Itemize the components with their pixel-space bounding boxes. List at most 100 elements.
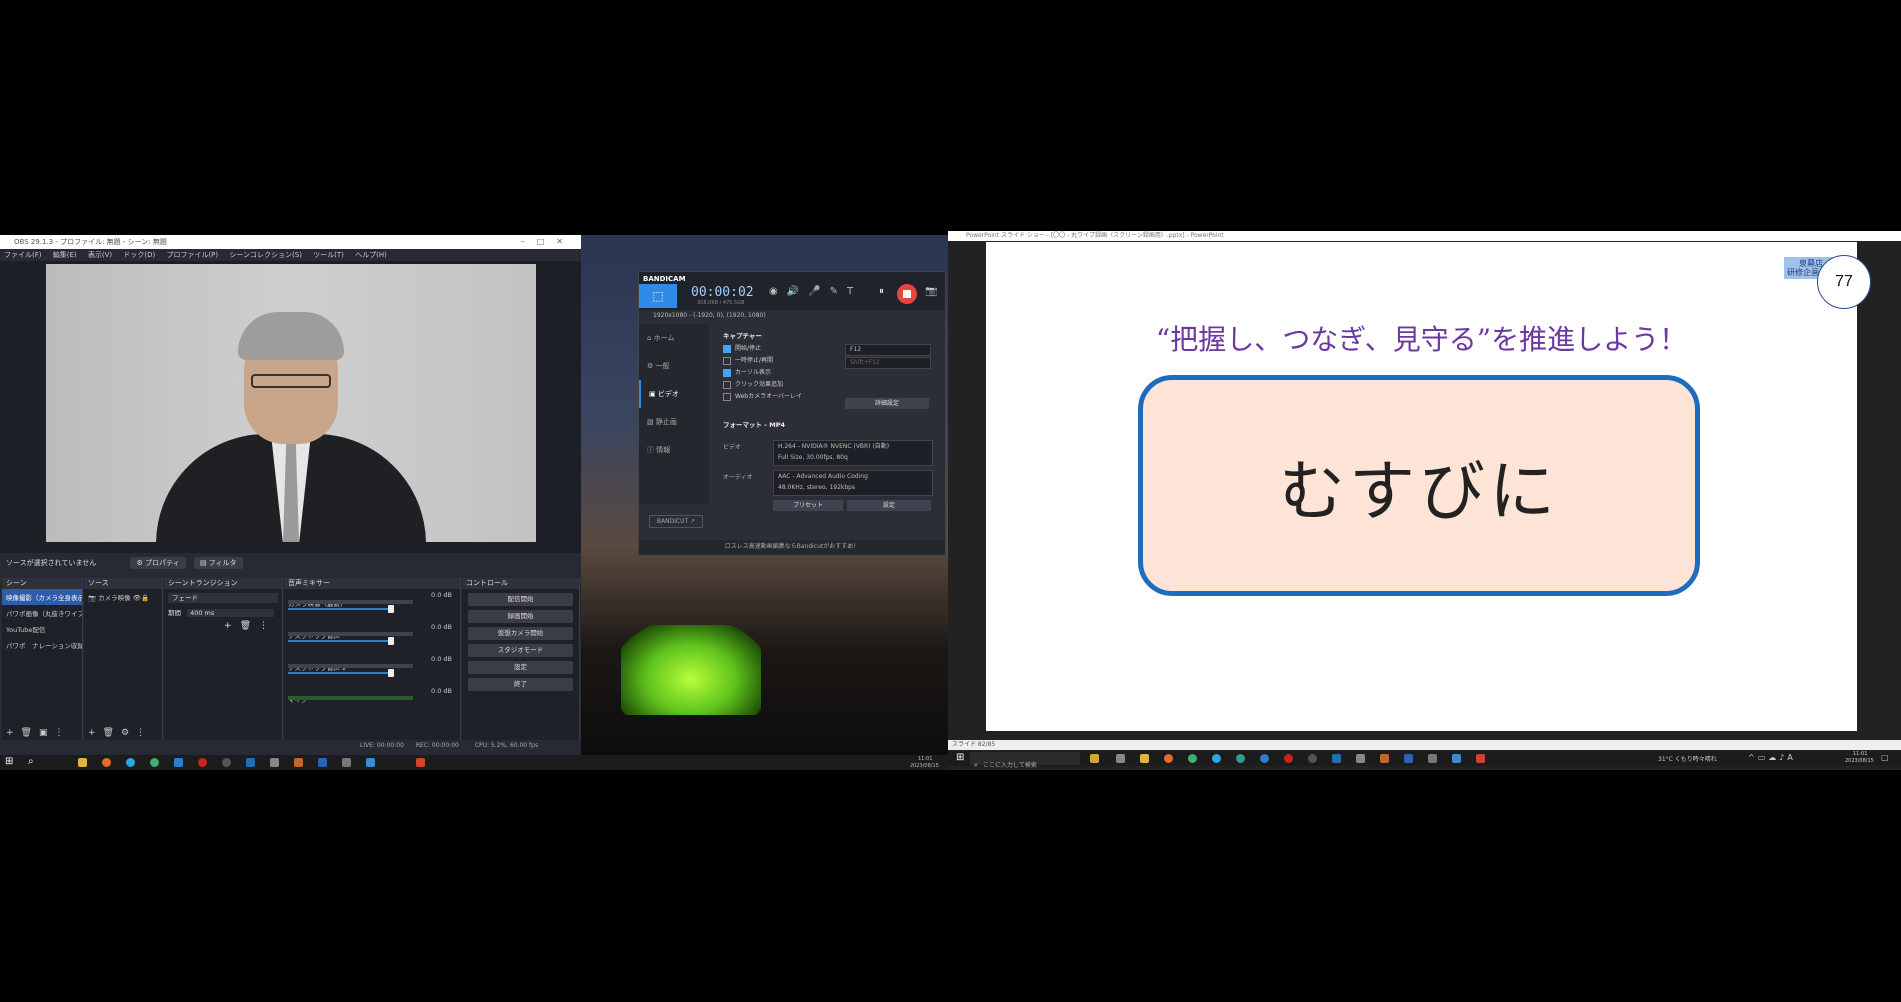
presentation-slide[interactable]: 泉幕店 研修企画工房 77 “把握し、つなぎ、見守る”を推進しよう！ むすびに — [986, 242, 1871, 731]
volume-slider-handle[interactable] — [387, 669, 394, 677]
firefox-icon[interactable] — [102, 758, 111, 767]
record-icon[interactable] — [198, 758, 207, 767]
folder-icon[interactable] — [1140, 754, 1149, 763]
obs-icon[interactable] — [222, 758, 231, 767]
app-icon[interactable] — [294, 758, 303, 767]
app-icon[interactable] — [1404, 754, 1413, 763]
powerpoint-icon[interactable] — [1476, 754, 1485, 763]
windows-start-icon[interactable]: ⊞ — [956, 752, 964, 763]
skype-icon[interactable] — [126, 758, 135, 767]
menu-profile[interactable]: プロファイル(P) — [166, 251, 218, 259]
source-item[interactable]: 📷 カメラ映像 👁🔒 — [84, 589, 162, 605]
scene-item[interactable]: パワポ ナレーション収録 — [2, 637, 82, 653]
camera-app-icon[interactable] — [1428, 754, 1437, 763]
chrome-icon[interactable] — [1188, 754, 1197, 763]
webcam-speaker-mic-icons[interactable]: ◉🔊🎤✎T — [769, 286, 862, 297]
screen-mode-button[interactable]: ⬚ — [639, 284, 677, 308]
windows-start-icon[interactable]: ⊞ — [5, 756, 13, 767]
nav-video[interactable]: ▣ ビデオ — [639, 380, 709, 408]
format-settings-button[interactable]: 設定 — [847, 500, 931, 511]
option-row[interactable]: クリック効果追加 — [723, 379, 935, 391]
app-icon[interactable] — [270, 758, 279, 767]
tray-icons[interactable]: ^▭☁♪A — [1748, 753, 1796, 762]
app-icon[interactable] — [318, 758, 327, 767]
exit-button[interactable]: 終了 — [468, 678, 573, 691]
properties-label: プロパティ — [144, 559, 180, 567]
bandicut-button[interactable]: BANDICUT ↗ — [649, 515, 703, 528]
volume-slider[interactable] — [288, 608, 391, 610]
checkbox[interactable] — [723, 392, 731, 401]
filters-button[interactable]: ▤ フィルタ — [193, 557, 243, 569]
scene-item[interactable]: YouTube配信 — [2, 621, 82, 637]
chrome-icon[interactable] — [150, 758, 159, 767]
checkbox[interactable] — [723, 356, 731, 365]
record-icon[interactable] — [1284, 754, 1293, 763]
screenshot-camera-icon[interactable]: 📷 — [925, 286, 937, 297]
volume-slider[interactable] — [288, 672, 391, 674]
preset-button[interactable]: プリセット — [773, 500, 843, 511]
settings-button[interactable]: 設定 — [468, 661, 573, 674]
scene-item[interactable]: パワポ画像（丸抜きワイプ） — [2, 605, 82, 621]
lock-icon[interactable]: 🔒 — [141, 594, 149, 602]
start-recording-button[interactable]: 録画開始 — [468, 610, 573, 623]
app-icon[interactable] — [366, 758, 375, 767]
menu-edit[interactable]: 編集(E) — [53, 251, 77, 259]
zoom-icon[interactable] — [1260, 754, 1269, 763]
hotkey-field[interactable]: F12 — [845, 344, 931, 356]
start-virtual-camera-button[interactable]: 仮想カメラ開始 — [468, 627, 573, 640]
duration-input[interactable]: 400 ms — [187, 609, 275, 617]
volume-slider-handle[interactable] — [387, 637, 394, 645]
app-icon[interactable] — [1452, 754, 1461, 763]
firefox-icon[interactable] — [1164, 754, 1173, 763]
checkbox-checked[interactable] — [723, 344, 731, 353]
folder-icon[interactable] — [78, 758, 87, 767]
volume-slider-handle[interactable] — [387, 605, 394, 613]
edge-icon[interactable] — [1236, 754, 1245, 763]
skype-icon[interactable] — [1212, 754, 1221, 763]
checkbox[interactable] — [723, 380, 731, 389]
pause-icon[interactable]: ⏸ — [879, 286, 884, 297]
task-view-icon[interactable] — [1116, 754, 1125, 763]
weather-status[interactable]: 31°C くもり時々晴れ — [1658, 754, 1717, 763]
app-icon[interactable] — [1380, 754, 1389, 763]
powerpoint-icon[interactable] — [416, 758, 425, 767]
nav-home[interactable]: ⌂ ホーム — [639, 324, 709, 352]
menu-help[interactable]: ヘルプ(H) — [355, 251, 387, 259]
advanced-settings-button[interactable]: 詳細設定 — [845, 398, 929, 409]
window-controls[interactable]: –□✕ — [521, 235, 575, 249]
transition-select[interactable]: フェード — [168, 593, 278, 603]
studio-mode-button[interactable]: スタジオモード — [468, 644, 573, 657]
taskbar-search-box[interactable]: ⌕ ここに入力して検索 — [970, 752, 1080, 769]
stop-record-button[interactable] — [897, 284, 917, 304]
notification-icon[interactable]: ▢ — [1881, 753, 1889, 762]
volume-slider[interactable] — [288, 640, 391, 642]
start-streaming-button[interactable]: 配信開始 — [468, 593, 573, 606]
hotkey-field[interactable]: Shift+F12 — [845, 357, 931, 369]
app-icon[interactable] — [342, 758, 351, 767]
briefcase-icon[interactable] — [1090, 754, 1099, 763]
transition-buttons[interactable]: +🗑⋮ — [164, 621, 282, 631]
nav-general[interactable]: ⚙ 一般 — [639, 352, 709, 380]
obs-preview[interactable] — [0, 261, 581, 553]
obs-icon[interactable] — [1308, 754, 1317, 763]
menu-file[interactable]: ファイル(F) — [4, 251, 42, 259]
scene-item[interactable]: 映像撮影（カメラ全身表示） — [2, 589, 82, 605]
app-icon[interactable] — [1332, 754, 1341, 763]
menu-docks[interactable]: ドック(D) — [123, 251, 155, 259]
zoom-icon[interactable] — [174, 758, 183, 767]
app-icon[interactable] — [246, 758, 255, 767]
checkbox-checked[interactable] — [723, 368, 731, 377]
capture-region-label[interactable]: 1920x1080 - (-1920, 0), (1920, 1080) — [639, 310, 945, 322]
source-add-remove-buttons[interactable]: +🗑⚙⋮ — [88, 728, 152, 738]
bandicam-footer[interactable]: ロスレス高速動画編集ならBandicutがおすすめ！ — [639, 540, 945, 554]
menu-scene-collection[interactable]: シーンコレクション(S) — [229, 251, 302, 259]
properties-button[interactable]: ⚙ プロパティ — [130, 557, 186, 569]
nav-about[interactable]: ⓘ 情報 — [639, 436, 709, 464]
search-icon[interactable]: ⌕ — [28, 756, 34, 767]
scene-add-remove-buttons[interactable]: +🗑▣⋮ — [6, 728, 70, 738]
app-icon[interactable] — [1356, 754, 1365, 763]
eye-icon[interactable]: 👁 — [133, 594, 141, 602]
nav-image[interactable]: ▨ 静止画 — [639, 408, 709, 436]
menu-view[interactable]: 表示(V) — [88, 251, 112, 259]
menu-tools[interactable]: ツール(T) — [313, 251, 344, 259]
